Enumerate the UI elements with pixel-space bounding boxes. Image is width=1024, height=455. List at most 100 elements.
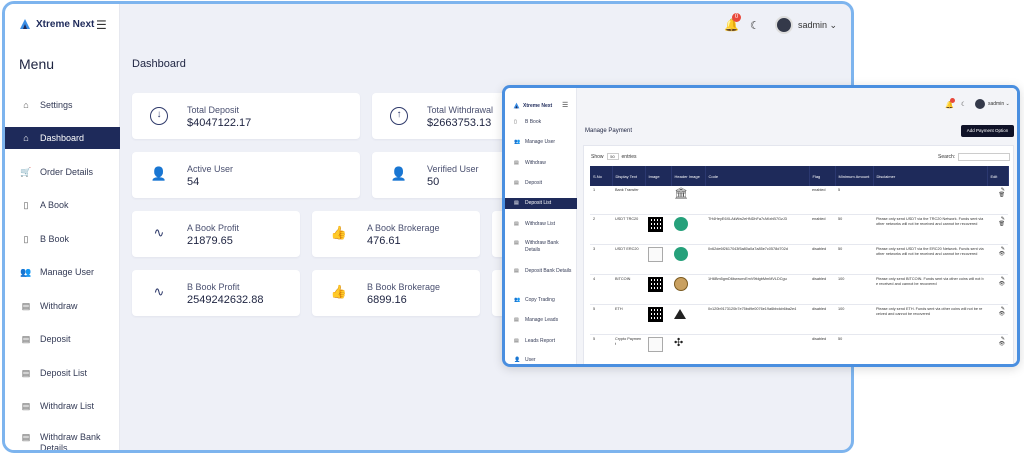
notification-badge <box>950 98 955 103</box>
table-row: 5 Crypto Payment ✣ disabled 50 ✎ 👁 <box>590 334 1008 364</box>
manage-payment-window: Xtreme Next ☰ ▯ B Book 👥 Manage User ▤ With… <box>502 85 1020 367</box>
sidebar-item-deposit-bank-details[interactable]: ▤ Deposit Bank Details <box>505 268 577 275</box>
users-icon: 👥 <box>514 297 521 303</box>
archive-icon: ▤ <box>514 317 519 323</box>
qr-code-image <box>648 216 663 232</box>
image-placeholder <box>648 336 663 352</box>
brand-name: Xtreme Next <box>523 102 553 109</box>
sidebar-item-withdraw-bank-details[interactable]: ▤ Withdraw Bank Details <box>5 432 120 450</box>
user-icon: 👤 <box>514 357 521 363</box>
arrow-up-circle-icon: ↑ <box>390 107 408 125</box>
sidebar-item-deposit[interactable]: ▤ Deposit <box>505 180 577 187</box>
sidebar-item-user[interactable]: 👤 User <box>505 357 577 364</box>
stat-card-b-book-profit: ∿ B Book Profit 2549242632.88 <box>132 270 300 316</box>
sidebar-item-deposit-list[interactable]: ▤ Deposit List <box>5 362 120 384</box>
table-row: 5 ETH 0x120b9173120b7e75bd9e0076e19a6bbd… <box>590 304 1008 335</box>
table-row: 4 BITCOIN 1H6Bm5gmD6bwrunvEmV9fdgbMmMVLD… <box>590 274 1008 305</box>
bell-icon[interactable]: 🔔 0 <box>724 13 741 32</box>
view-icon[interactable]: 👁 <box>990 341 1005 347</box>
archive-icon: ▤ <box>514 268 519 274</box>
user-menu[interactable]: sadmin ⌄ <box>798 20 837 31</box>
column-header[interactable]: Minimum Amount <box>835 166 874 186</box>
search-control: Search: <box>938 153 1011 161</box>
column-header[interactable]: Image <box>645 166 672 186</box>
sidebar-item-leads-report[interactable]: ▤ Leads Report <box>505 338 577 345</box>
payment-table-panel: Show 50 entries Search: S.No Display Tex… <box>583 145 1014 364</box>
table-row: 2 USDT TRC20 TH4HeyE6XLAkWw2eHNDhFa7rAKx… <box>590 214 1008 245</box>
logo-icon <box>20 19 30 29</box>
stat-card-b-book-brokerage: 👍 B Book Brokerage 6899.16 <box>312 270 480 316</box>
home-icon: ⌂ <box>23 133 29 143</box>
view-icon[interactable]: 👁 <box>990 311 1005 317</box>
column-header[interactable]: Edit <box>987 166 1009 186</box>
users-icon: 👥 <box>20 266 32 277</box>
stat-card-a-book-profit: ∿ A Book Profit 21879.65 <box>132 211 300 257</box>
sidebar-item-withdraw-bank-details[interactable]: ▤ Withdraw Bank Details <box>505 240 577 254</box>
column-header[interactable]: Disclaimer <box>873 166 988 186</box>
sidebar-item-settings[interactable]: ⌂ Settings <box>5 94 120 116</box>
archive-icon: ▤ <box>514 180 519 186</box>
eth-icon <box>674 308 686 319</box>
cart-icon: 🛒 <box>20 166 32 177</box>
sidebar-item-manage-user[interactable]: 👥 Manage User <box>5 261 120 283</box>
hamburger-menu-icon[interactable]: ☰ <box>96 18 107 32</box>
bell-icon[interactable]: 🔔 <box>945 98 955 109</box>
payment-table: S.No Display Text Image Header Image Cod… <box>590 166 1009 364</box>
table-row: 1 Bank Transfer 🏛 enabled 5 ✎ 🗑 <box>590 186 1008 215</box>
main-content: 🔔 ☾ sadmin ⌄ Manage Payment Add Payment … <box>577 88 1017 364</box>
logo[interactable]: Xtreme Next <box>19 18 94 30</box>
home-icon: ⌂ <box>23 100 29 110</box>
notification-badge: 0 <box>732 13 741 22</box>
column-header[interactable]: Header Image <box>671 166 706 186</box>
add-payment-option-button[interactable]: Add Payment Option <box>961 125 1014 137</box>
sidebar-item-dashboard[interactable]: ⌂ Dashboard <box>5 127 120 149</box>
page-title: Dashboard <box>132 58 186 70</box>
knot-icon: ✣ <box>674 336 684 349</box>
sidebar-item-manage-user[interactable]: 👥 Manage User <box>505 139 577 146</box>
delete-icon[interactable]: 🗑 <box>990 193 1005 198</box>
logo[interactable]: Xtreme Next <box>513 102 552 109</box>
archive-icon: ▤ <box>21 432 31 442</box>
sidebar-item-withdraw-list[interactable]: ▤ Withdraw List <box>505 221 577 228</box>
moon-icon[interactable]: ☾ <box>961 101 966 108</box>
stat-card-a-book-brokerage: 👍 A Book Brokerage 476.61 <box>312 211 480 257</box>
qr-code-image <box>648 276 663 292</box>
column-header[interactable]: Flag <box>809 166 836 186</box>
stat-card-total-deposit: ↓ Total Deposit $4047122.17 <box>132 93 360 139</box>
view-icon[interactable]: 👁 <box>990 251 1005 257</box>
column-header[interactable]: Display Text <box>612 166 646 186</box>
sidebar-item-b-book[interactable]: ▯ B Book <box>505 119 577 126</box>
sidebar-item-deposit-list[interactable]: ▤ Deposit List <box>505 198 577 209</box>
sidebar-item-manage-leads[interactable]: ▤ Manage Leads <box>505 317 577 324</box>
column-header[interactable]: Code <box>705 166 810 186</box>
book-icon: ▯ <box>514 119 517 125</box>
hamburger-menu-icon[interactable]: ☰ <box>562 101 568 109</box>
user-menu[interactable]: sadmin ⌄ <box>988 101 1010 107</box>
sidebar: Xtreme Next ☰ Menu ⌂ Settings ⌂ Dashboard … <box>5 4 120 450</box>
column-header[interactable]: S.No <box>590 166 613 186</box>
thumbs-up-icon: 👍 <box>330 225 348 240</box>
view-icon[interactable]: 👁 <box>990 281 1005 287</box>
table-header-row: S.No Display Text Image Header Image Cod… <box>590 166 1009 186</box>
avatar[interactable] <box>975 99 985 109</box>
moon-icon[interactable]: ☾ <box>750 19 760 32</box>
qr-code-image <box>648 306 663 322</box>
sidebar-item-withdraw[interactable]: ▤ Withdraw <box>5 295 120 317</box>
sidebar-item-order-details[interactable]: 🛒 Order Details <box>5 161 120 183</box>
search-input[interactable] <box>958 153 1011 161</box>
sidebar-item-a-book[interactable]: ▯ A Book <box>5 194 120 216</box>
sidebar-item-copy-trading[interactable]: 👥 Copy Trading <box>505 297 577 304</box>
users-icon: 👥 <box>514 139 521 145</box>
archive-icon: ▤ <box>21 333 31 344</box>
sidebar-item-b-book[interactable]: ▯ B Book <box>5 228 120 250</box>
sidebar-item-withdraw[interactable]: ▤ Withdraw <box>505 160 577 167</box>
sidebar-item-deposit[interactable]: ▤ Deposit <box>5 328 120 350</box>
avatar[interactable] <box>775 16 793 34</box>
page-title: Manage Payment <box>585 128 633 134</box>
delete-icon[interactable]: 🗑 <box>990 221 1005 227</box>
archive-icon: ▤ <box>21 300 31 311</box>
book-icon: ▯ <box>23 199 29 210</box>
sidebar-item-withdraw-list[interactable]: ▤ Withdraw List <box>5 395 120 417</box>
usdt-icon <box>674 216 688 231</box>
page-length-select[interactable]: 50 <box>606 153 619 160</box>
